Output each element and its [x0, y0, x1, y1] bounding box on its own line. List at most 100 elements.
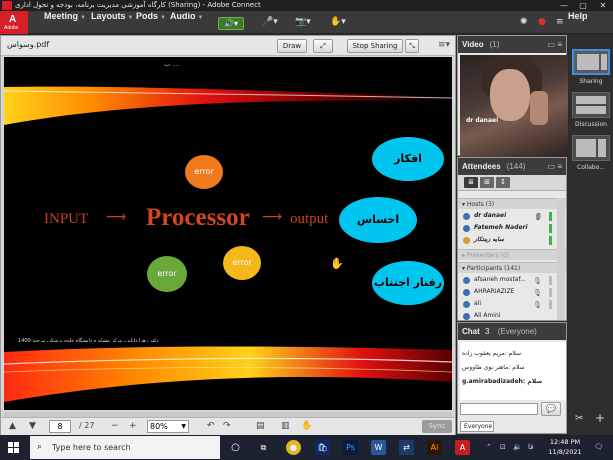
user-icon: [463, 213, 470, 220]
maximize-button[interactable]: ▢: [574, 0, 592, 11]
user-icon: [463, 277, 470, 284]
cyan-bubble-2: احساس اضطراب: [339, 197, 417, 272]
attendee-row[interactable]: AHRARIAZIZE 🎙: [458, 286, 556, 298]
chat-number: 3: [485, 327, 490, 336]
pod-menu-icon[interactable]: ▭ ≡: [548, 158, 562, 175]
raise-hand-icon[interactable]: ✋▾: [330, 17, 346, 27]
attendees-pod: Attendees (144) ▭ ≡ ≣ ⊞ ↕ ▾ Hosts (3) dr …: [457, 157, 567, 321]
hosts-section[interactable]: ▾ Hosts (3): [458, 198, 566, 209]
video-count: (1): [489, 40, 500, 49]
speaker-toggle[interactable]: 🔊▾: [218, 17, 244, 30]
participants-section[interactable]: ▾ Participants (141): [458, 262, 566, 273]
undo-icon[interactable]: ↶: [207, 421, 215, 431]
chevron-down-icon: ▼: [80, 15, 86, 21]
zoom-out-icon[interactable]: −: [111, 421, 119, 431]
tools-icon[interactable]: ✂: [575, 413, 583, 424]
zoom-in-icon[interactable]: +: [129, 421, 137, 431]
network-icon[interactable]: ⊡: [500, 435, 506, 460]
layout-pane: [576, 139, 596, 157]
chat-input[interactable]: [460, 403, 538, 415]
zoom-value: 80%: [150, 422, 168, 431]
menu-pods[interactable]: Pods ▼: [136, 11, 166, 21]
menu-lines-icon[interactable]: ≡: [556, 17, 564, 27]
list-view-icon[interactable]: ≣: [464, 177, 478, 188]
minimize-button[interactable]: —: [555, 0, 573, 11]
tray-chevron-icon[interactable]: ⌃: [486, 435, 492, 460]
pod-menu-icon[interactable]: ▭ ≡: [548, 36, 562, 53]
breakout-icon[interactable]: ⊞: [480, 177, 494, 188]
slide-top-text: ب ...: [164, 60, 180, 68]
zoom-select[interactable]: 80% ▼: [147, 420, 189, 433]
pod-menu-icon[interactable]: ≡▾: [438, 40, 450, 50]
sync-button[interactable]: Sync: [422, 420, 452, 433]
chat-message: سلام :ماهتر بوی طاووس: [462, 364, 525, 371]
clock-time: 12:48 PM: [549, 438, 581, 446]
layout-pane: [598, 139, 606, 157]
volume-icon[interactable]: 🔉: [513, 435, 522, 460]
illustrator-icon[interactable]: Ai: [427, 440, 442, 455]
layout-discussion-thumb[interactable]: [572, 92, 610, 118]
draw-button[interactable]: Draw: [277, 39, 307, 53]
next-page-icon[interactable]: ▼: [29, 421, 36, 431]
clock-date: 11/8/2021: [548, 448, 582, 456]
windows-start-icon[interactable]: [8, 442, 19, 453]
share-pod: وسواس.pdf Draw ⤢ Stop Sharing ⤡ ≡▾ ب ...…: [0, 35, 456, 435]
fit-width-icon[interactable]: ▥: [281, 421, 290, 431]
layout-collaboration-label[interactable]: Collabo...: [569, 164, 613, 171]
chat-tab-everyone[interactable]: Everyone: [460, 421, 494, 432]
video-presenter-name: dr danaei: [466, 117, 499, 124]
notifications-icon[interactable]: 🗨: [594, 435, 603, 460]
cortana-icon[interactable]: ○: [228, 440, 243, 455]
taskbar-search[interactable]: ⌕ Type here to search: [30, 436, 220, 459]
attendee-row[interactable]: Ali Amini: [458, 310, 556, 320]
page-number-input[interactable]: 8: [49, 420, 71, 433]
menu-layouts[interactable]: Layouts ▼: [91, 11, 133, 21]
layout-sharing-thumb[interactable]: [572, 49, 610, 75]
video-face: [490, 69, 530, 121]
menu-meeting[interactable]: Meeting ▼: [44, 11, 86, 21]
acrobat-icon[interactable]: A: [455, 440, 470, 455]
user-icon: [463, 289, 470, 296]
layout-sharing-label[interactable]: Sharing: [569, 78, 613, 85]
attendee-row[interactable]: ali 🎙: [458, 298, 556, 310]
attendees-scrollbar[interactable]: [557, 198, 565, 320]
layout-pane: [601, 54, 607, 70]
chat-send-button[interactable]: 💬: [541, 402, 561, 416]
menu-help[interactable]: Help: [568, 11, 588, 21]
attendee-row[interactable]: afsaneh mostaf... 🎙: [458, 274, 556, 286]
attendee-row[interactable]: Fatemeh Naderi: [458, 222, 556, 234]
status-sort-icon[interactable]: ↕: [496, 177, 510, 188]
hand-tool-icon[interactable]: ✋: [301, 421, 312, 431]
menu-audio[interactable]: Audio ▼: [170, 11, 203, 21]
chrome-icon[interactable]: ●: [286, 440, 301, 455]
attendee-row[interactable]: dr danaei 🎙: [458, 210, 556, 222]
task-view-icon[interactable]: ⧉: [256, 440, 271, 455]
adobe-logo-text: Adobe: [4, 25, 19, 31]
add-layout-icon[interactable]: +: [595, 411, 605, 425]
layout-strip: Sharing Discussion Collabo... ✂ +: [569, 35, 613, 435]
photoshop-icon[interactable]: Ps: [343, 440, 358, 455]
attendee-row[interactable]: سایه زینتکار: [458, 234, 556, 246]
microphone-icon[interactable]: 🎤▾: [262, 17, 278, 27]
fit-page-icon[interactable]: ▤: [256, 421, 265, 431]
redo-icon[interactable]: ↷: [223, 421, 231, 431]
arrow-right-icon: ⟶: [262, 209, 283, 225]
close-button[interactable]: ✕: [594, 0, 612, 11]
store-icon[interactable]: 🛍: [315, 440, 330, 455]
presenters-section[interactable]: ▸ Presenters (0): [458, 249, 566, 260]
fullscreen-icon[interactable]: ⤢: [313, 39, 333, 53]
teamviewer-icon[interactable]: ⇄: [399, 440, 414, 455]
layout-collaboration-thumb[interactable]: [572, 135, 610, 161]
word-icon[interactable]: W: [371, 440, 386, 455]
record-icon[interactable]: ●: [538, 17, 546, 27]
camera-icon[interactable]: 📷▾: [295, 17, 311, 27]
pdf-filename: وسواس.pdf: [7, 40, 50, 49]
clock[interactable]: 12:48 PM 11/8/2021: [545, 437, 585, 457]
language-indicator[interactable]: فا: [528, 435, 533, 460]
windows-taskbar: ⌕ Type here to search ○ ⧉ ● 🛍 Ps W ⇄ Ai …: [0, 435, 613, 460]
expand-icon[interactable]: ⤡: [405, 39, 419, 53]
chevron-down-icon: ▼: [197, 15, 204, 21]
prev-page-icon[interactable]: ▲: [9, 421, 16, 431]
stop-sharing-button[interactable]: Stop Sharing: [347, 39, 403, 53]
layout-discussion-label[interactable]: Discussion: [569, 121, 613, 128]
